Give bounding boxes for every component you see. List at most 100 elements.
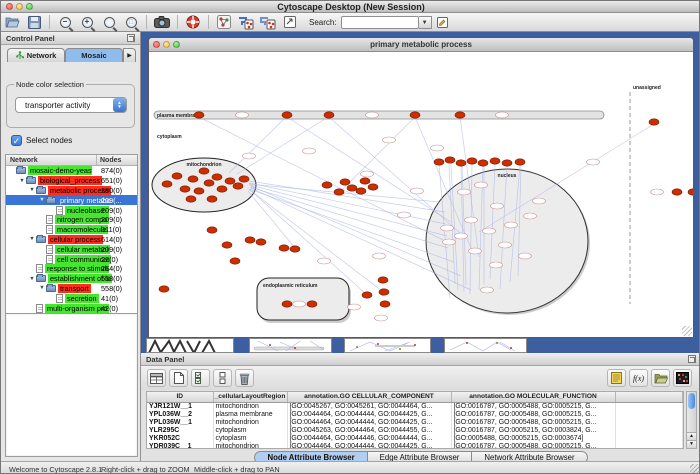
network-node[interactable] (233, 183, 243, 189)
float-panel-icon[interactable] (688, 355, 696, 363)
network-node-small[interactable] (496, 112, 509, 118)
tree-column-network[interactable]: Network (6, 155, 97, 165)
network-node[interactable] (379, 289, 389, 295)
network-overview-icon[interactable] (214, 14, 234, 31)
network-node-small[interactable] (491, 203, 504, 209)
tree-row[interactable]: cell communicat22(0) (6, 254, 137, 264)
help-lifesaver-icon[interactable] (183, 14, 203, 31)
tree-row[interactable]: multi-organism pro42(0) (6, 303, 137, 313)
table-row[interactable]: YLR295Ccytoplasm[GO:0045263, GO:0044464,… (147, 426, 683, 434)
network-node[interactable] (356, 188, 366, 194)
network-node[interactable] (225, 178, 235, 184)
network-node[interactable] (490, 158, 500, 164)
save-session-icon[interactable] (24, 14, 44, 31)
expand-triangle-icon[interactable]: ▼ (28, 236, 36, 242)
network-node[interactable] (672, 189, 682, 195)
network-node[interactable] (380, 301, 390, 307)
app-resize-grip[interactable] (690, 464, 700, 474)
scrollbar-thumb[interactable] (688, 393, 695, 409)
tree-row[interactable]: ▼transport558(0) (6, 284, 137, 294)
tree-row[interactable]: response to stimulu264(0) (6, 264, 137, 274)
network-node[interactable] (207, 227, 217, 233)
zoom-out-icon[interactable]: − (55, 14, 75, 31)
delete-attribute-trash-icon[interactable] (235, 369, 254, 387)
new-attribute-document-icon[interactable] (169, 369, 188, 387)
scroll-down-arrow-icon[interactable]: ▼ (687, 440, 696, 448)
network-node-small[interactable] (431, 145, 444, 151)
network-node-small[interactable] (469, 248, 482, 254)
network-node[interactable] (445, 157, 455, 163)
tree-column-nodes[interactable]: Nodes (97, 155, 137, 165)
table-row[interactable]: YKR052Ccytoplasm[GO:0044464, GO:0044446,… (147, 434, 683, 442)
network-node[interactable] (434, 159, 444, 165)
network-node[interactable] (217, 186, 227, 192)
network-node[interactable] (502, 160, 512, 166)
tree-row[interactable]: ▼cellular process614(0) (6, 235, 137, 245)
network-node[interactable] (478, 160, 488, 166)
tree-row[interactable]: cellular metabol209(0) (6, 244, 137, 254)
window-resize-grip[interactable] (682, 326, 692, 336)
table-row[interactable]: YDR039C__1mitochondrion[GO:0044464, GO:0… (147, 442, 683, 449)
search-dropdown-button[interactable]: ▼ (419, 16, 432, 29)
network-node[interactable] (307, 301, 317, 307)
network-node-small[interactable] (651, 189, 664, 195)
zoom-fit-icon[interactable]: ⬚ (121, 14, 141, 31)
network-node-small[interactable] (524, 213, 537, 219)
network-node[interactable] (212, 174, 222, 180)
configure-search-icon[interactable] (433, 14, 453, 31)
network-node-small[interactable] (441, 225, 454, 231)
search-input[interactable] (341, 16, 419, 29)
network-node-small[interactable] (490, 262, 503, 268)
birds-eye-view[interactable] (5, 313, 138, 457)
network-node[interactable] (324, 112, 334, 118)
zoom-in-icon[interactable]: + (77, 14, 97, 31)
network-node[interactable] (194, 112, 204, 118)
background-window-thumbnail[interactable] (249, 338, 332, 353)
expand-triangle-icon[interactable]: ▼ (18, 178, 26, 184)
table-vertical-scrollbar[interactable]: ▲ ▼ (686, 391, 697, 449)
table-column-header[interactable]: _cellularLayoutRegion (213, 392, 287, 402)
network-edge[interactable] (339, 117, 415, 193)
table-row[interactable]: YJR121W__1mitochondrion[GO:0045267, GO:0… (147, 402, 683, 410)
network-node-small[interactable] (236, 112, 249, 118)
network-node-small[interactable] (366, 112, 379, 118)
network-node-small[interactable] (398, 212, 411, 218)
network-node[interactable] (347, 185, 357, 191)
attribute-matrix-icon[interactable] (673, 369, 692, 387)
tree-row[interactable]: ▼primary metabo209(... (6, 195, 137, 205)
import-network-icon[interactable] (236, 14, 256, 31)
table-column-header[interactable] (615, 392, 683, 402)
table-mode-icon[interactable] (147, 369, 166, 387)
select-attributes-icon[interactable] (191, 369, 210, 387)
network-node-small[interactable] (383, 137, 396, 143)
network-node[interactable] (199, 168, 209, 174)
network-node-small[interactable] (458, 189, 471, 195)
network-node-small[interactable] (375, 315, 388, 321)
table-row[interactable]: YPL036W__2plasma membrane[GO:0044464, GO… (147, 410, 683, 418)
expand-triangle-icon[interactable]: ▼ (38, 197, 46, 203)
network-node-small[interactable] (361, 171, 374, 177)
network-node[interactable] (362, 292, 372, 298)
network-node-small[interactable] (505, 222, 518, 228)
background-window-thumbnail[interactable] (146, 338, 234, 353)
network-node[interactable] (456, 160, 466, 166)
expand-triangle-icon[interactable]: ▼ (38, 285, 46, 291)
network-edge[interactable] (249, 189, 454, 262)
select-nodes-checkbox[interactable]: ✓ (11, 135, 22, 146)
network-snapshot-camera-icon[interactable] (152, 14, 172, 31)
network-node[interactable] (282, 301, 292, 307)
network-node[interactable] (186, 196, 196, 202)
network-node[interactable] (188, 176, 198, 182)
tree-row[interactable]: nucleobase-209(0) (6, 205, 137, 215)
network-node[interactable] (334, 189, 344, 195)
table-column-header[interactable]: ID (147, 392, 213, 402)
network-node[interactable] (455, 112, 465, 118)
network-node[interactable] (410, 112, 420, 118)
attribute-notes-icon[interactable] (607, 369, 626, 387)
network-node-small[interactable] (475, 182, 488, 188)
network-node-small[interactable] (533, 198, 546, 204)
table-column-header[interactable]: annotation.GO CELLULAR_COMPONENT (287, 392, 451, 402)
network-node[interactable] (256, 239, 266, 245)
network-edge[interactable] (237, 117, 328, 174)
network-node-small[interactable] (303, 148, 316, 154)
